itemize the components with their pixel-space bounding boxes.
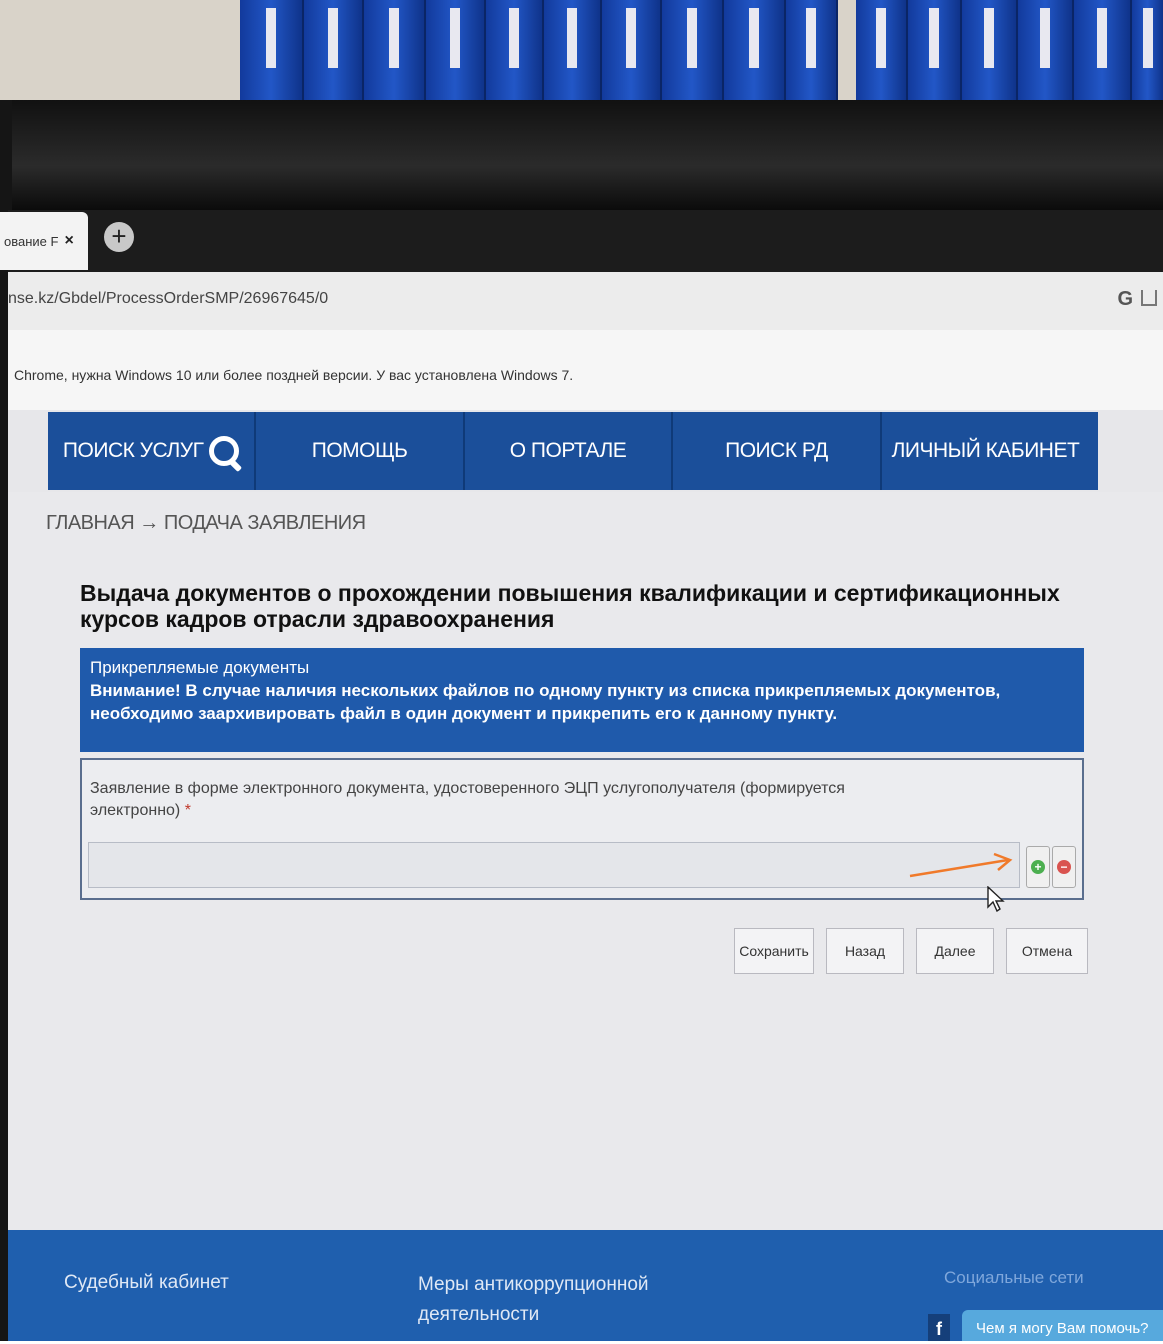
file-input[interactable] <box>88 842 1020 888</box>
google-icon[interactable]: G <box>1117 288 1133 311</box>
annotation-arrow-icon <box>909 852 1013 878</box>
attachment-label-text: Заявление в форме электронного документа… <box>90 780 845 819</box>
page-title: Выдача документов о прохождении повышени… <box>80 580 1060 632</box>
browser-tab[interactable]: ование F × <box>0 212 88 270</box>
address-bar[interactable]: nse.kz/Gbdel/ProcessOrderSMP/26967645/0 … <box>8 272 1163 331</box>
nav-item-label: ПОИСК УСЛУГ <box>62 439 204 462</box>
breadcrumb[interactable]: ГЛАВНАЯ → ПОДАЧА ЗАЯВЛЕНИЯ <box>46 512 366 535</box>
add-file-button[interactable]: + <box>1026 846 1050 888</box>
footer-link-anticorruption[interactable]: Меры антикоррупционной деятельности <box>418 1270 658 1330</box>
nav-item-label: О ПОРТАЛЕ <box>509 439 627 462</box>
nav-item-search-rd[interactable]: ПОИСК РД <box>673 412 882 490</box>
binder <box>240 0 304 100</box>
binder <box>304 0 364 100</box>
main-content: ГЛАВНАЯ → ПОДАЧА ЗАЯВЛЕНИЯ Выдача докуме… <box>8 492 1163 1230</box>
browser-info-bar: Chrome, нужна Windows 10 или более поздн… <box>8 330 1163 411</box>
binder <box>908 0 962 100</box>
monitor-bezel <box>0 100 1163 210</box>
save-button[interactable]: Сохранить <box>734 928 814 974</box>
attachments-title: Прикрепляемые документы <box>90 658 310 677</box>
nav-item-help[interactable]: ПОМОЩЬ <box>256 412 465 490</box>
required-marker: * <box>184 802 191 819</box>
tab-title: ование F <box>4 233 59 249</box>
footer-social-heading: Социальные сети <box>944 1268 1084 1287</box>
back-button[interactable]: Назад <box>826 928 904 974</box>
binder <box>786 0 838 100</box>
binder <box>364 0 426 100</box>
site-header: ПОИСК УСЛУГ ПОМОЩЬ О ПОРТАЛЕ ПОИСК РД ЛИ… <box>8 410 1163 492</box>
nav-item-label: ПОИСК РД <box>725 439 828 462</box>
attachments-header: Прикрепляемые документы Внимание! В случ… <box>80 648 1084 752</box>
attachment-field-label: Заявление в форме электронного документа… <box>90 778 910 822</box>
binder <box>486 0 544 100</box>
url-text[interactable]: nse.kz/Gbdel/ProcessOrderSMP/26967645/0 <box>8 290 328 308</box>
background-bookshelf <box>0 0 1163 100</box>
site-footer: Судебный кабинет Меры антикоррупционной … <box>8 1230 1163 1341</box>
nav-item-label: ЛИЧНЫЙ КАБИНЕТ <box>891 439 1080 462</box>
plus-icon: + <box>1031 860 1045 874</box>
nav-item-about[interactable]: О ПОРТАЛЕ <box>465 412 674 490</box>
nav-item-search-services[interactable]: ПОИСК УСЛУГ <box>48 412 257 490</box>
footer-link-court-cabinet[interactable]: Судебный кабинет <box>64 1272 229 1294</box>
search-icon <box>209 436 243 473</box>
mouse-cursor-icon <box>987 886 1005 912</box>
main-nav: ПОИСК УСЛУГ ПОМОЩЬ О ПОРТАЛЕ ПОИСК РД ЛИ… <box>48 412 1098 490</box>
share-icon[interactable] <box>1141 290 1157 306</box>
help-chat-button[interactable]: Чем я могу Вам помочь? <box>962 1310 1163 1341</box>
info-message: Chrome, нужна Windows 10 или более поздн… <box>14 367 574 383</box>
binder <box>1018 0 1074 100</box>
close-icon[interactable]: × <box>64 232 73 250</box>
next-button[interactable]: Далее <box>916 928 994 974</box>
binder <box>962 0 1018 100</box>
nav-item-label: ПОМОЩЬ <box>311 439 408 462</box>
new-tab-button[interactable]: + <box>104 222 134 252</box>
attachments-warning: Внимание! В случае наличия нескольких фа… <box>90 681 1001 723</box>
browser-tab-strip <box>8 210 1163 272</box>
binder <box>602 0 662 100</box>
binder <box>856 0 908 100</box>
binder <box>1132 0 1163 100</box>
binder <box>426 0 486 100</box>
binder <box>1074 0 1132 100</box>
facebook-icon[interactable]: f <box>928 1314 950 1341</box>
binder <box>724 0 786 100</box>
binder <box>544 0 602 100</box>
remove-file-button[interactable]: − <box>1052 846 1076 888</box>
minus-icon: − <box>1057 860 1071 874</box>
nav-item-personal-cabinet[interactable]: ЛИЧНЫЙ КАБИНЕТ <box>882 412 1098 490</box>
binder <box>662 0 724 100</box>
cancel-button[interactable]: Отмена <box>1006 928 1088 974</box>
form-actions: Сохранить Назад Далее Отмена <box>734 928 1088 974</box>
